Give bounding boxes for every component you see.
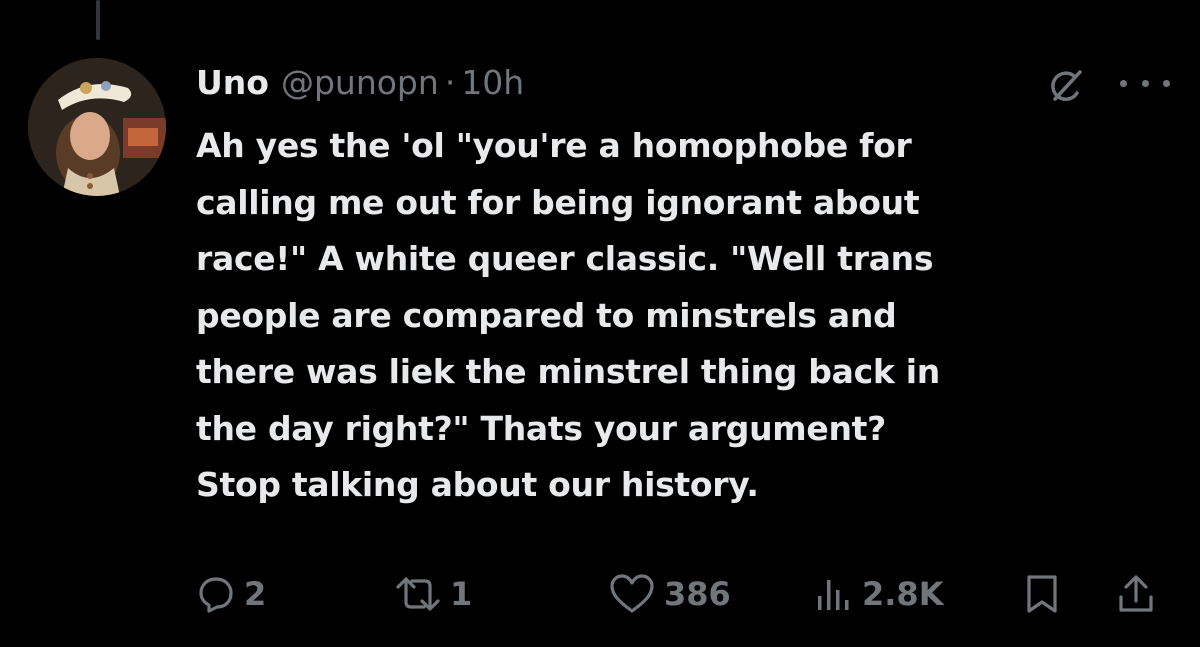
- views-button[interactable]: 2.8K: [814, 566, 943, 622]
- timestamp[interactable]: 10h: [461, 63, 524, 102]
- user-handle[interactable]: @punopn: [281, 63, 439, 102]
- separator-dot: ·: [444, 62, 456, 102]
- tweet-text-line: Ah yes the 'ol "you're a homophobe for: [196, 126, 912, 165]
- avatar[interactable]: [28, 58, 166, 196]
- bookmark-icon: [1027, 575, 1057, 613]
- tweet-action-bar: 2 1 386 2.8K: [0, 566, 1200, 622]
- tweet-text-line: there was liek the minstrel thing back i…: [196, 352, 940, 391]
- avatar-image: [28, 58, 166, 196]
- display-name[interactable]: Uno: [196, 63, 269, 102]
- view-count: 2.8K: [862, 575, 944, 613]
- tweet-text-line: people are compared to minstrels and: [196, 295, 897, 335]
- repost-count: 1: [450, 575, 473, 613]
- like-icon: [610, 574, 654, 613]
- share-icon: [1119, 575, 1153, 612]
- like-button[interactable]: 386: [608, 566, 731, 622]
- bookmark-button[interactable]: [1024, 566, 1060, 622]
- reply-button[interactable]: 2: [196, 566, 266, 622]
- repost-button[interactable]: 1: [394, 566, 472, 622]
- thread-connector-line: [96, 0, 100, 40]
- tweet-text-line: Stop talking about our history.: [196, 465, 759, 504]
- more-icon[interactable]: [1120, 70, 1170, 96]
- share-button[interactable]: [1116, 566, 1156, 622]
- grok-icon[interactable]: [1046, 66, 1086, 106]
- tweet-header: Uno @punopn · 10h: [196, 60, 524, 104]
- reply-icon: [199, 577, 233, 613]
- tweet-text: Ah yes the 'ol "you're a homophobe for c…: [196, 118, 1186, 514]
- tweet-text-line: race!" A white queer classic. "Well tran…: [196, 239, 934, 278]
- tweet-text-line: the day right?" Thats your argument?: [196, 408, 886, 448]
- repost-icon: [396, 577, 440, 611]
- like-count: 386: [664, 575, 731, 613]
- tweet-text-line: calling me out for being ignorant about: [196, 182, 920, 222]
- views-icon: [818, 580, 849, 610]
- reply-count: 2: [244, 575, 267, 613]
